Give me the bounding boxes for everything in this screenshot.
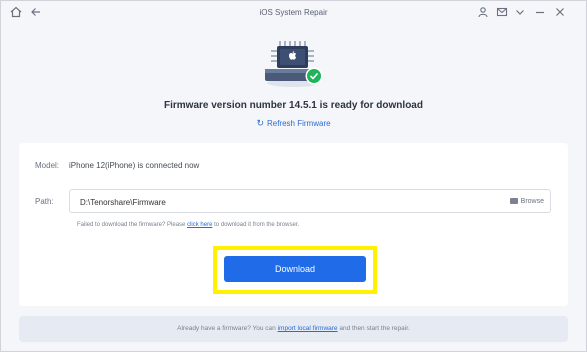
title-bar: iOS System Repair [1, 1, 586, 27]
path-label: Path: [35, 197, 54, 206]
browse-label: Browse [520, 198, 544, 205]
firmware-chip-icon [263, 39, 325, 89]
fail-note-text: Failed to download the firmware? Please [77, 222, 188, 228]
import-local-firmware-link[interactable]: import local firmware [278, 325, 338, 332]
firmware-card: Model: iPhone 12(iPhone) is connected no… [19, 143, 568, 306]
download-failure-note: Failed to download the firmware? Please … [77, 222, 299, 228]
firmware-status-text: Firmware version number 14.5.1 is ready … [164, 100, 423, 111]
footer-bar: Already have a firmware? You can import … [19, 316, 568, 342]
app-window: iOS System Repair Firmware version numbe… [0, 0, 587, 352]
footer-text: Already have a firmware? You can [177, 325, 278, 332]
click-here-link[interactable]: click here [187, 222, 212, 228]
model-value: iPhone 12(iPhone) is connected now [69, 161, 200, 170]
user-icon[interactable] [476, 6, 490, 20]
close-icon[interactable] [553, 6, 567, 20]
path-input[interactable]: D:\Tenorshare\Firmware Browse [69, 189, 551, 213]
chevron-down-icon[interactable] [513, 6, 527, 20]
footer-text-end: and then start the repair. [337, 325, 410, 332]
model-label: Model: [35, 161, 60, 170]
fail-note-text-end: to download it from the browser. [212, 222, 300, 228]
download-button[interactable]: Download [224, 256, 366, 282]
refresh-firmware-label: Refresh Firmware [266, 119, 331, 128]
mail-icon[interactable] [495, 6, 509, 20]
refresh-icon: ↻ [256, 118, 264, 128]
browse-button[interactable]: Browse [509, 198, 544, 205]
path-value: D:\Tenorshare\Firmware [80, 198, 166, 207]
refresh-firmware-link[interactable]: ↻ Refresh Firmware [1, 118, 586, 129]
minimize-icon[interactable] [533, 6, 547, 20]
folder-icon [509, 198, 518, 204]
